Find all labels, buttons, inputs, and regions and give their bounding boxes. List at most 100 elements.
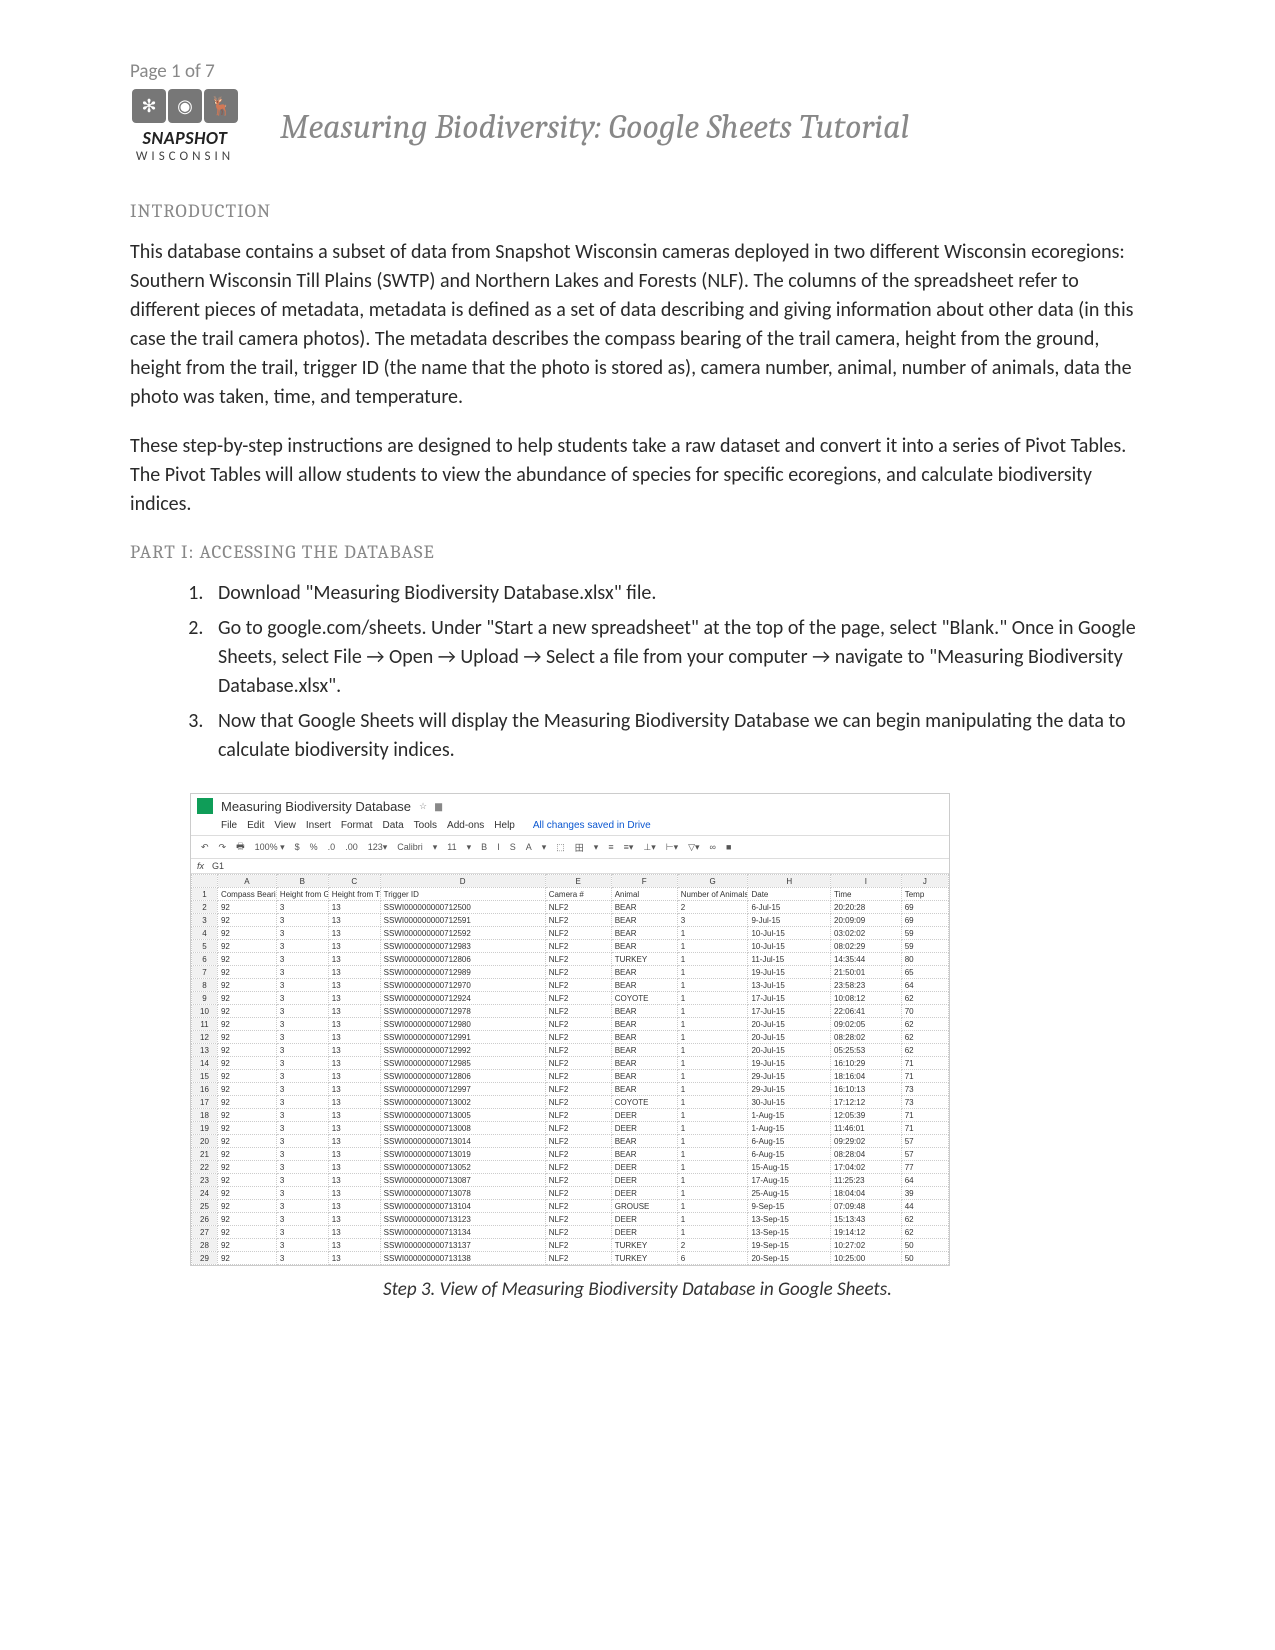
cell[interactable]: 3	[276, 953, 328, 966]
cell[interactable]: 13	[328, 1239, 380, 1252]
header-cell[interactable]: Camera #	[545, 888, 611, 901]
row-head[interactable]: 28	[192, 1239, 218, 1252]
cell[interactable]: NLF2	[545, 1174, 611, 1187]
cell[interactable]: 3	[276, 1135, 328, 1148]
header-cell[interactable]: Temp	[901, 888, 948, 901]
cell[interactable]: 16:10:13	[831, 1083, 902, 1096]
cell[interactable]: 19:14:12	[831, 1226, 902, 1239]
cell[interactable]: 15-Aug-15	[748, 1161, 831, 1174]
cell[interactable]: NLF2	[545, 1083, 611, 1096]
cell[interactable]: 20:09:09	[831, 914, 902, 927]
cell[interactable]: 1	[677, 953, 748, 966]
row-head[interactable]: 11	[192, 1018, 218, 1031]
cell[interactable]: 17:04:02	[831, 1161, 902, 1174]
cell[interactable]: 3	[276, 1252, 328, 1265]
menu-addons[interactable]: Add-ons	[447, 820, 484, 831]
cell[interactable]: 1	[677, 1109, 748, 1122]
cell[interactable]: COYOTE	[611, 992, 677, 1005]
cell[interactable]: 13	[328, 1226, 380, 1239]
cell[interactable]: SSWI000000000712970	[380, 979, 545, 992]
cell[interactable]: BEAR	[611, 979, 677, 992]
cell[interactable]: 3	[276, 1213, 328, 1226]
cell[interactable]: 3	[276, 1161, 328, 1174]
row-head[interactable]: 19	[192, 1122, 218, 1135]
menu-data[interactable]: Data	[383, 820, 404, 831]
cell[interactable]: 13	[328, 1096, 380, 1109]
cell[interactable]: 6-Aug-15	[748, 1148, 831, 1161]
header-cell[interactable]: Date	[748, 888, 831, 901]
cell[interactable]: SSWI000000000712592	[380, 927, 545, 940]
cell[interactable]: BEAR	[611, 1148, 677, 1161]
cell[interactable]: SSWI000000000712980	[380, 1018, 545, 1031]
cell[interactable]: 73	[901, 1083, 948, 1096]
toolbar-item-6[interactable]: .0	[326, 842, 338, 852]
cell[interactable]: 92	[217, 914, 276, 927]
row-head[interactable]: 22	[192, 1161, 218, 1174]
row-head[interactable]: 9	[192, 992, 218, 1005]
cell[interactable]: 08:28:02	[831, 1031, 902, 1044]
cell[interactable]: NLF2	[545, 1109, 611, 1122]
cell[interactable]: NLF2	[545, 966, 611, 979]
cell[interactable]: 59	[901, 940, 948, 953]
cell[interactable]: DEER	[611, 1109, 677, 1122]
cell[interactable]: 20-Jul-15	[748, 1018, 831, 1031]
toolbar-item-10[interactable]: ▾	[431, 842, 440, 853]
cell[interactable]: 65	[901, 966, 948, 979]
col-E[interactable]: E	[545, 875, 611, 888]
cell[interactable]: 1	[677, 1187, 748, 1200]
cell[interactable]: BEAR	[611, 914, 677, 927]
cell[interactable]: 13-Sep-15	[748, 1226, 831, 1239]
row-head[interactable]: 18	[192, 1109, 218, 1122]
cell[interactable]: 13	[328, 1018, 380, 1031]
menu-insert[interactable]: Insert	[306, 820, 331, 831]
row-head[interactable]: 21	[192, 1148, 218, 1161]
toolbar-item-9[interactable]: Calibri	[395, 842, 425, 852]
cell[interactable]: 92	[217, 1252, 276, 1265]
cell[interactable]: 3	[276, 1018, 328, 1031]
cell[interactable]: 9-Jul-15	[748, 914, 831, 927]
cell[interactable]: 13	[328, 1109, 380, 1122]
cell[interactable]: 3	[276, 1031, 328, 1044]
cell[interactable]: 20:20:28	[831, 901, 902, 914]
toolbar-item-2[interactable]: 🖶	[234, 839, 247, 855]
cell[interactable]: 50	[901, 1252, 948, 1265]
col-I[interactable]: I	[831, 875, 902, 888]
header-cell[interactable]: Compass Bearing	[217, 888, 276, 901]
toolbar-item-22[interactable]: ≡▾	[622, 842, 636, 853]
cell[interactable]: 1	[677, 966, 748, 979]
cell[interactable]: BEAR	[611, 1031, 677, 1044]
row-head[interactable]: 2	[192, 901, 218, 914]
cell[interactable]: SSWI000000000713002	[380, 1096, 545, 1109]
cell[interactable]: 73	[901, 1096, 948, 1109]
cell[interactable]: 13	[328, 953, 380, 966]
cell[interactable]: 13-Jul-15	[748, 979, 831, 992]
cell[interactable]: 3	[276, 1083, 328, 1096]
cell[interactable]: 92	[217, 1044, 276, 1057]
cell[interactable]: 22:06:41	[831, 1005, 902, 1018]
cell[interactable]: DEER	[611, 1122, 677, 1135]
toolbar-item-11[interactable]: 11	[445, 842, 458, 852]
cell[interactable]: SSWI000000000712500	[380, 901, 545, 914]
cell[interactable]: SSWI000000000713137	[380, 1239, 545, 1252]
cell[interactable]: 92	[217, 1226, 276, 1239]
cell[interactable]: 18:04:04	[831, 1187, 902, 1200]
cell[interactable]: NLF2	[545, 1005, 611, 1018]
cell[interactable]: 13	[328, 1174, 380, 1187]
cell[interactable]: SSWI000000000712997	[380, 1083, 545, 1096]
row-head[interactable]: 6	[192, 953, 218, 966]
row-head[interactable]: 16	[192, 1083, 218, 1096]
cell[interactable]: 1	[677, 927, 748, 940]
cell[interactable]: 62	[901, 1226, 948, 1239]
cell[interactable]: 1	[677, 1226, 748, 1239]
cell[interactable]: 3	[276, 1005, 328, 1018]
cell[interactable]: 92	[217, 1096, 276, 1109]
cell[interactable]: SSWI000000000712924	[380, 992, 545, 1005]
cell[interactable]: 21:50:01	[831, 966, 902, 979]
active-cell[interactable]: G1	[212, 861, 224, 871]
cell[interactable]: 92	[217, 1161, 276, 1174]
cell[interactable]: 3	[276, 914, 328, 927]
cell[interactable]: 3	[276, 1174, 328, 1187]
cell[interactable]: 92	[217, 1109, 276, 1122]
menu-format[interactable]: Format	[341, 820, 373, 831]
cell[interactable]: 1	[677, 979, 748, 992]
